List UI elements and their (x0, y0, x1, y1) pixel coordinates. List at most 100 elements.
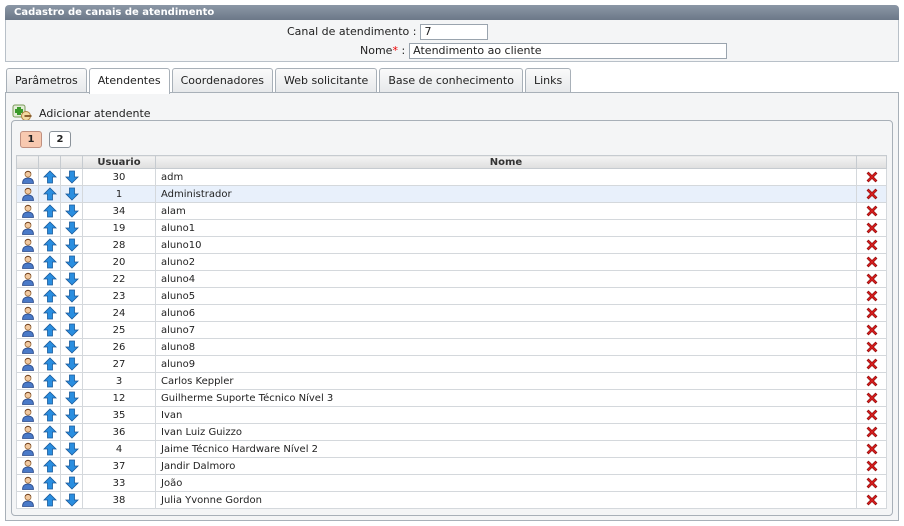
delete-button[interactable] (856, 270, 887, 288)
move-down-button[interactable] (60, 321, 83, 339)
move-down-button[interactable] (60, 406, 83, 424)
table-row[interactable]: 26 aluno8 (16, 338, 887, 356)
move-up-button[interactable] (38, 355, 61, 373)
user-icon[interactable] (16, 236, 39, 254)
move-down-button[interactable] (60, 355, 83, 373)
tab-base-de-conhecimento[interactable]: Base de conhecimento (379, 68, 523, 93)
tab-atendentes[interactable]: Atendentes (88, 68, 170, 94)
page-button-2[interactable]: 2 (49, 131, 71, 148)
table-row[interactable]: 36 Ivan Luiz Guizzo (16, 423, 887, 441)
user-icon[interactable] (16, 321, 39, 339)
move-down-button[interactable] (60, 185, 83, 203)
delete-button[interactable] (856, 168, 887, 186)
move-up-button[interactable] (38, 338, 61, 356)
name-field[interactable] (409, 42, 728, 59)
table-row[interactable]: 20 aluno2 (16, 253, 887, 271)
table-row[interactable]: 37 Jandir Dalmoro (16, 457, 887, 475)
delete-button[interactable] (856, 423, 887, 441)
user-icon[interactable] (16, 168, 39, 186)
table-row[interactable]: 1 Administrador (16, 185, 887, 203)
table-row[interactable]: 38 Julia Yvonne Gordon (16, 491, 887, 509)
move-up-button[interactable] (38, 372, 61, 390)
move-down-button[interactable] (60, 236, 83, 254)
tab-parametros[interactable]: Parâmetros (6, 68, 87, 93)
delete-button[interactable] (856, 236, 887, 254)
move-down-button[interactable] (60, 253, 83, 271)
delete-button[interactable] (856, 287, 887, 305)
move-down-button[interactable] (60, 219, 83, 237)
user-icon[interactable] (16, 338, 39, 356)
delete-button[interactable] (856, 491, 887, 509)
table-row[interactable]: 24 aluno6 (16, 304, 887, 322)
move-up-button[interactable] (38, 457, 61, 475)
table-row[interactable]: 28 aluno10 (16, 236, 887, 254)
user-icon[interactable] (16, 287, 39, 305)
table-row[interactable]: 33 João (16, 474, 887, 492)
table-row[interactable]: 30 adm (16, 168, 887, 186)
delete-button[interactable] (856, 440, 887, 458)
delete-button[interactable] (856, 253, 887, 271)
delete-button[interactable] (856, 474, 887, 492)
move-up-button[interactable] (38, 219, 61, 237)
table-row[interactable]: 12 Guilherme Suporte Técnico Nível 3 (16, 389, 887, 407)
user-icon[interactable] (16, 406, 39, 424)
move-up-button[interactable] (38, 406, 61, 424)
delete-button[interactable] (856, 355, 887, 373)
user-icon[interactable] (16, 457, 39, 475)
table-row[interactable]: 23 aluno5 (16, 287, 887, 305)
user-icon[interactable] (16, 474, 39, 492)
move-up-button[interactable] (38, 321, 61, 339)
delete-button[interactable] (856, 338, 887, 356)
user-icon[interactable] (16, 372, 39, 390)
user-icon[interactable] (16, 219, 39, 237)
move-up-button[interactable] (38, 287, 61, 305)
user-icon[interactable] (16, 423, 39, 441)
move-down-button[interactable] (60, 440, 83, 458)
page-button-1[interactable]: 1 (20, 131, 42, 148)
user-icon[interactable] (16, 270, 39, 288)
channel-field[interactable] (420, 23, 489, 40)
move-down-button[interactable] (60, 474, 83, 492)
delete-button[interactable] (856, 457, 887, 475)
move-up-button[interactable] (38, 202, 61, 220)
delete-button[interactable] (856, 219, 887, 237)
move-up-button[interactable] (38, 423, 61, 441)
move-down-button[interactable] (60, 423, 83, 441)
delete-button[interactable] (856, 321, 887, 339)
table-row[interactable]: 25 aluno7 (16, 321, 887, 339)
move-up-button[interactable] (38, 185, 61, 203)
move-up-button[interactable] (38, 236, 61, 254)
move-down-button[interactable] (60, 168, 83, 186)
table-row[interactable]: 35 Ivan (16, 406, 887, 424)
tab-coordenadores[interactable]: Coordenadores (171, 68, 274, 93)
table-row[interactable]: 19 aluno1 (16, 219, 887, 237)
user-icon[interactable] (16, 185, 39, 203)
delete-button[interactable] (856, 406, 887, 424)
move-up-button[interactable] (38, 474, 61, 492)
delete-button[interactable] (856, 372, 887, 390)
tab-links[interactable]: Links (524, 68, 572, 93)
move-down-button[interactable] (60, 270, 83, 288)
delete-button[interactable] (856, 202, 887, 220)
user-icon[interactable] (16, 355, 39, 373)
table-row[interactable]: 27 aluno9 (16, 355, 887, 373)
delete-button[interactable] (856, 304, 887, 322)
user-icon[interactable] (16, 440, 39, 458)
table-row[interactable]: 22 aluno4 (16, 270, 887, 288)
user-icon[interactable] (16, 253, 39, 271)
move-down-button[interactable] (60, 491, 83, 509)
move-up-button[interactable] (38, 389, 61, 407)
move-down-button[interactable] (60, 287, 83, 305)
user-icon[interactable] (16, 304, 39, 322)
tab-web-solicitante[interactable]: Web solicitante (275, 68, 378, 93)
delete-button[interactable] (856, 389, 887, 407)
move-up-button[interactable] (38, 304, 61, 322)
move-down-button[interactable] (60, 338, 83, 356)
move-up-button[interactable] (38, 270, 61, 288)
move-up-button[interactable] (38, 440, 61, 458)
user-icon[interactable] (16, 202, 39, 220)
move-up-button[interactable] (38, 253, 61, 271)
move-down-button[interactable] (60, 372, 83, 390)
move-down-button[interactable] (60, 202, 83, 220)
move-up-button[interactable] (38, 168, 61, 186)
